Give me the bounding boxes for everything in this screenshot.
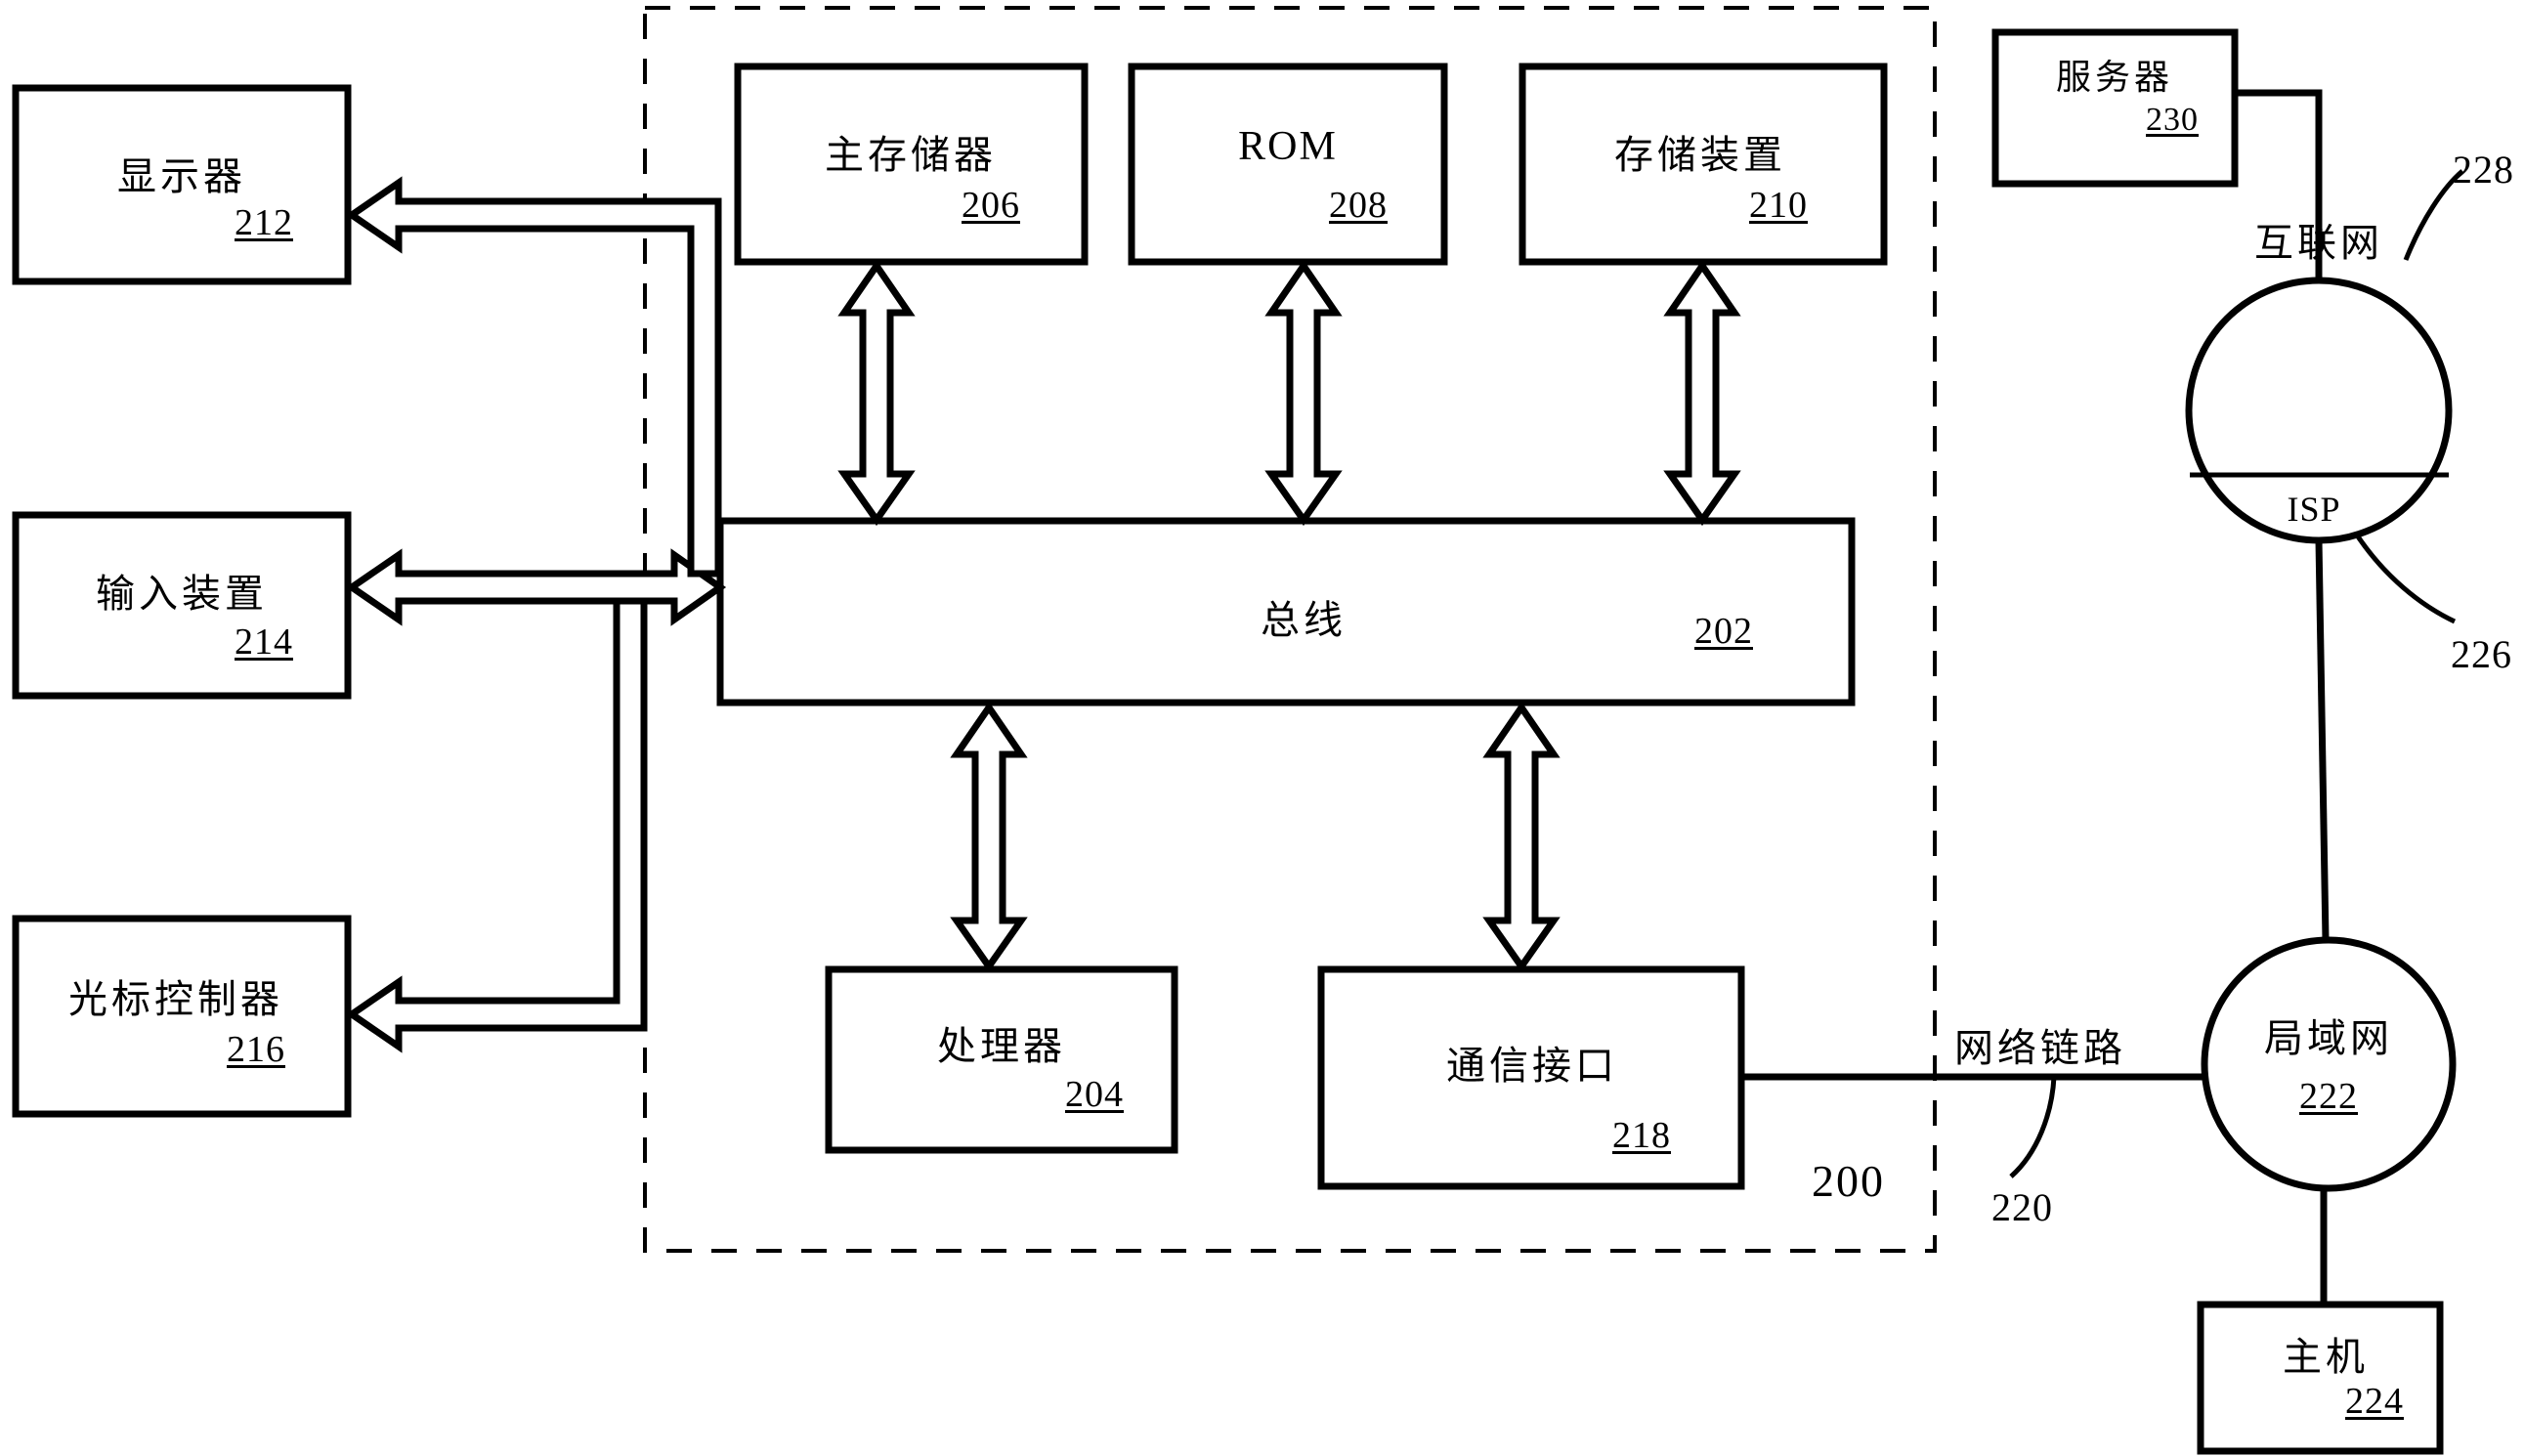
network-link-ref: 220 <box>1991 1185 2053 1229</box>
leader-226 <box>2353 532 2457 624</box>
storage-device-ref: 210 <box>1749 185 1808 226</box>
arrow-storage-bus <box>1663 259 1741 527</box>
network-link-label: 网络链路 <box>1954 1026 2126 1070</box>
arrow-bus-display <box>345 176 722 578</box>
arrow-bus-comm-interface <box>1482 701 1561 973</box>
internet-ref-226: 226 <box>2451 632 2512 676</box>
display-label: 显示器 <box>117 154 246 198</box>
bus-label: 总线 <box>1261 598 1347 642</box>
comm-interface-ref: 218 <box>1612 1115 1671 1156</box>
arrow-rom-bus <box>1264 259 1343 527</box>
host-label: 主机 <box>2283 1335 2369 1379</box>
bus-ref: 202 <box>1694 611 1753 652</box>
internet-label: 互联网 <box>2254 221 2383 265</box>
arrow-bus-input-device <box>345 548 727 626</box>
lan-label: 局域网 <box>2264 1016 2393 1060</box>
internet-ref-228: 228 <box>2453 148 2514 192</box>
display-ref: 212 <box>235 202 293 243</box>
arrow-bus-cursor-control <box>345 597 648 1053</box>
storage-device-label: 存储装置 <box>1614 133 1786 177</box>
main-memory-label: 主存储器 <box>825 133 997 177</box>
leader-220 <box>2009 1076 2057 1178</box>
isp-label: ISP <box>2287 490 2341 529</box>
lan-ref: 222 <box>2299 1076 2358 1117</box>
patent-figure-canvas: 显示器 212 输入装置 214 光标控制器 216 主存储器 206 ROM … <box>0 0 2524 1456</box>
figure-ref-200: 200 <box>1812 1156 1885 1206</box>
main-memory-ref: 206 <box>962 185 1020 226</box>
host-ref: 224 <box>2345 1381 2404 1422</box>
cursor-control-ref: 216 <box>227 1029 285 1070</box>
server-ref: 230 <box>2146 102 2199 138</box>
cursor-control-label: 光标控制器 <box>68 977 283 1021</box>
arrow-bus-processor <box>950 701 1028 973</box>
processor-label: 处理器 <box>937 1024 1066 1068</box>
input-device-ref: 214 <box>235 621 293 663</box>
processor-ref: 204 <box>1065 1074 1124 1115</box>
diagram-vector-layer <box>12 6 2464 1455</box>
arrow-main-memory-bus <box>837 259 916 527</box>
comm-interface-label: 通信接口 <box>1446 1044 1618 1088</box>
lan-circle <box>2201 936 2457 1192</box>
rom-label: ROM <box>1238 124 1338 169</box>
input-device-label: 输入装置 <box>96 572 268 616</box>
internet-to-lan-line <box>2315 539 2330 941</box>
rom-ref: 208 <box>1329 185 1388 226</box>
server-label: 服务器 <box>2055 58 2174 97</box>
